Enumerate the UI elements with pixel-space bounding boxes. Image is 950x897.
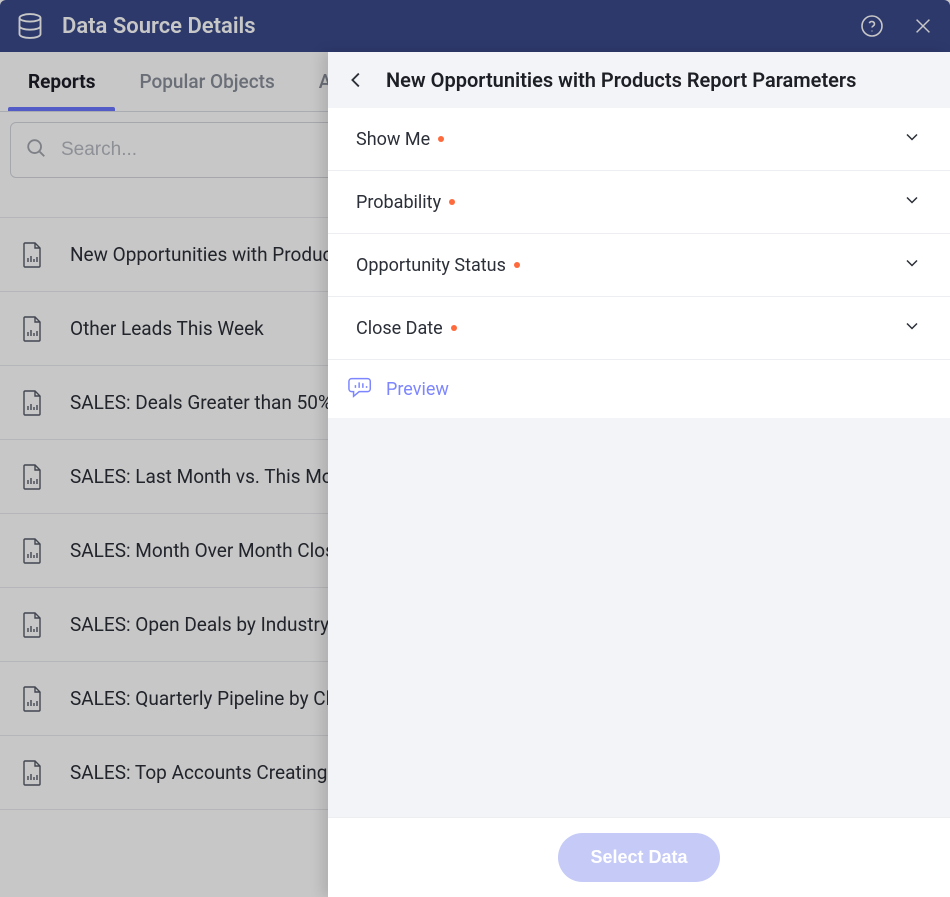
param-show-me[interactable]: Show Me bbox=[328, 108, 950, 171]
chevron-down-icon bbox=[902, 190, 922, 214]
param-label: Opportunity Status bbox=[356, 255, 520, 276]
param-probability[interactable]: Probability bbox=[328, 171, 950, 234]
chevron-down-icon bbox=[902, 253, 922, 277]
param-opportunity-status[interactable]: Opportunity Status bbox=[328, 234, 950, 297]
required-dot bbox=[514, 262, 520, 268]
drawer-title: New Opportunities with Products Report P… bbox=[386, 68, 856, 92]
required-dot bbox=[451, 325, 457, 331]
chat-chart-icon bbox=[348, 375, 374, 403]
chevron-down-icon bbox=[902, 316, 922, 340]
required-dot bbox=[449, 199, 455, 205]
chevron-down-icon bbox=[902, 127, 922, 151]
param-label: Close Date bbox=[356, 318, 457, 339]
required-dot bbox=[438, 136, 444, 142]
param-label: Show Me bbox=[356, 129, 444, 150]
preview-row[interactable]: Preview bbox=[328, 360, 950, 418]
param-label: Probability bbox=[356, 192, 455, 213]
parameters-drawer: New Opportunities with Products Report P… bbox=[328, 52, 950, 897]
select-data-button[interactable]: Select Data bbox=[558, 833, 719, 882]
param-close-date[interactable]: Close Date bbox=[328, 297, 950, 360]
preview-label: Preview bbox=[386, 379, 449, 400]
back-icon[interactable] bbox=[346, 69, 368, 91]
